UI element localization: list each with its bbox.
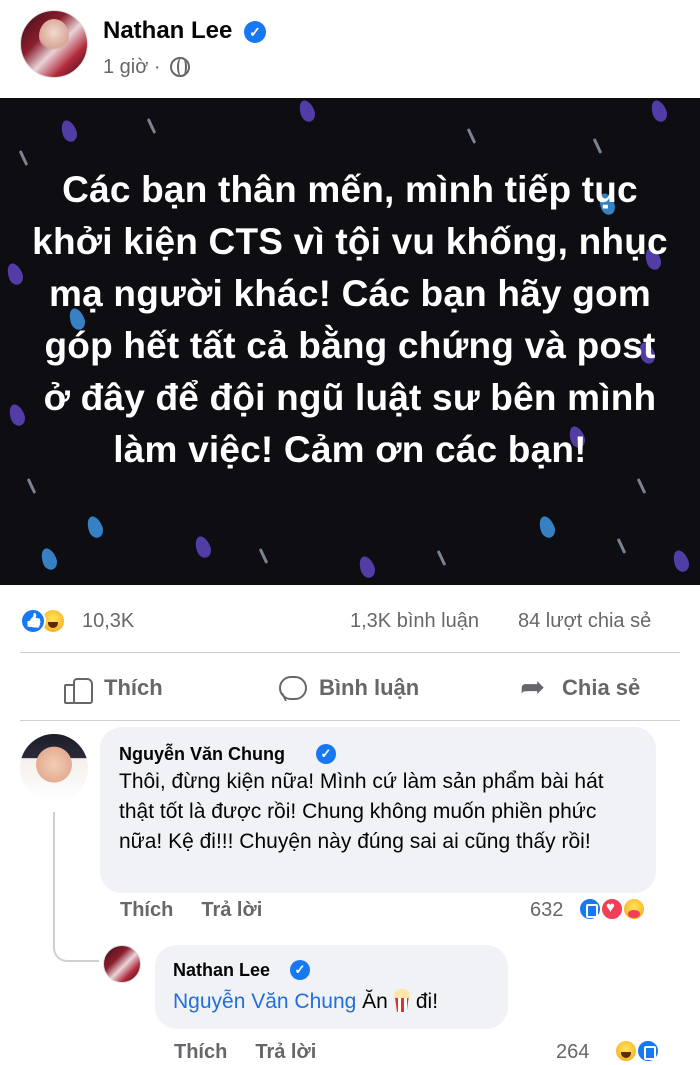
rain-streak-decoration <box>258 548 269 564</box>
comment-text: Thôi, đừng kiện nữa! Mình cứ làm sản phẩ… <box>119 770 604 853</box>
rain-streak-decoration <box>636 478 647 494</box>
post-header: Nathan Lee ✓ 1 giờ · <box>0 0 700 98</box>
rain-streak-decoration <box>18 150 29 166</box>
commenter-avatar[interactable] <box>20 734 88 802</box>
reply-reply-button[interactable]: Trả lời <box>255 1041 316 1063</box>
raindrop-decoration <box>296 98 318 124</box>
author-avatar[interactable] <box>20 10 88 78</box>
rain-streak-decoration <box>466 128 477 144</box>
popcorn-icon <box>392 988 412 1012</box>
love-icon[interactable] <box>600 897 624 921</box>
reply-text-part: đi! <box>415 990 439 1013</box>
raindrop-decoration <box>670 548 692 574</box>
rain-streak-decoration <box>146 118 157 134</box>
reply-actions: Thích Trả lời <box>174 1041 344 1064</box>
haha-icon[interactable] <box>614 1039 638 1063</box>
raindrop-decoration <box>648 98 670 124</box>
like-icon[interactable] <box>636 1039 660 1063</box>
rain-streak-decoration <box>592 138 603 154</box>
share-icon <box>520 670 550 705</box>
share-count[interactable]: 84 lượt chia sẻ <box>518 610 651 633</box>
comment-actions: Thích Trả lời <box>120 899 290 922</box>
reply-author-name[interactable]: Nathan Lee <box>173 960 270 981</box>
reply-author-avatar[interactable] <box>103 945 141 983</box>
post-image[interactable]: Các bạn thân mến, mình tiếp tục khởi kiệ… <box>0 98 700 585</box>
raindrop-decoration <box>4 261 26 287</box>
rain-streak-decoration <box>616 538 627 554</box>
raindrop-decoration <box>536 514 558 540</box>
comment-reply-button[interactable]: Trả lời <box>201 899 262 921</box>
divider <box>20 652 680 653</box>
like-icon[interactable] <box>20 608 46 634</box>
comment-like-button[interactable]: Thích <box>120 899 173 921</box>
reaction-count[interactable]: 10,3K <box>82 610 134 633</box>
post-image-text: Các bạn thân mến, mình tiếp tục khởi kiệ… <box>32 169 668 470</box>
mention-link[interactable]: Nguyễn Văn Chung <box>173 990 356 1013</box>
reply-text: Nguyễn Văn Chung Ăn đi! <box>173 987 503 1017</box>
divider <box>20 720 680 721</box>
raindrop-decoration <box>84 514 106 540</box>
like-button-label: Thích <box>104 675 163 700</box>
reply-thread-line <box>53 812 99 962</box>
rain-streak-decoration <box>26 478 37 494</box>
thumbs-up-icon <box>62 674 93 704</box>
comment-reaction-count[interactable]: 632 <box>530 899 563 922</box>
comment-count[interactable]: 1,3K bình luận <box>350 610 479 633</box>
care-icon[interactable] <box>622 897 646 921</box>
comment-button-label: Bình luận <box>319 675 420 700</box>
comment-icon <box>277 674 307 702</box>
verified-badge-icon: ✓ <box>244 21 266 43</box>
comment-button[interactable]: Bình luận <box>277 668 419 708</box>
reply-like-button[interactable]: Thích <box>174 1041 227 1063</box>
raindrop-decoration <box>192 534 214 560</box>
verified-badge-icon: ✓ <box>316 744 336 764</box>
raindrop-decoration <box>6 402 28 428</box>
reply-reaction-count[interactable]: 264 <box>556 1041 589 1064</box>
reply-text-part: Ăn <box>362 990 388 1013</box>
share-button-label: Chia sẻ <box>562 675 641 700</box>
reaction-summary: 10,3K 1,3K bình luận 84 lượt chia sẻ <box>0 600 700 642</box>
raindrop-decoration <box>38 546 60 572</box>
verified-badge-icon: ✓ <box>290 960 310 980</box>
rain-streak-decoration <box>436 550 447 566</box>
globe-icon <box>170 57 190 77</box>
share-button[interactable]: Chia sẻ <box>520 668 640 708</box>
like-icon[interactable] <box>578 897 602 921</box>
like-button[interactable]: Thích <box>62 668 163 708</box>
raindrop-decoration <box>58 118 80 144</box>
commenter-name[interactable]: Nguyễn Văn Chung <box>119 744 285 765</box>
reply-bubble: Nathan Lee ✓ Nguyễn Văn Chung Ăn đi! <box>155 945 508 1029</box>
raindrop-decoration <box>356 554 378 580</box>
comment-bubble: Nguyễn Văn Chung ✓ Thôi, đừng kiện nữa! … <box>100 727 656 893</box>
post-time[interactable]: 1 giờ · <box>103 56 161 79</box>
author-name[interactable]: Nathan Lee <box>103 17 232 45</box>
